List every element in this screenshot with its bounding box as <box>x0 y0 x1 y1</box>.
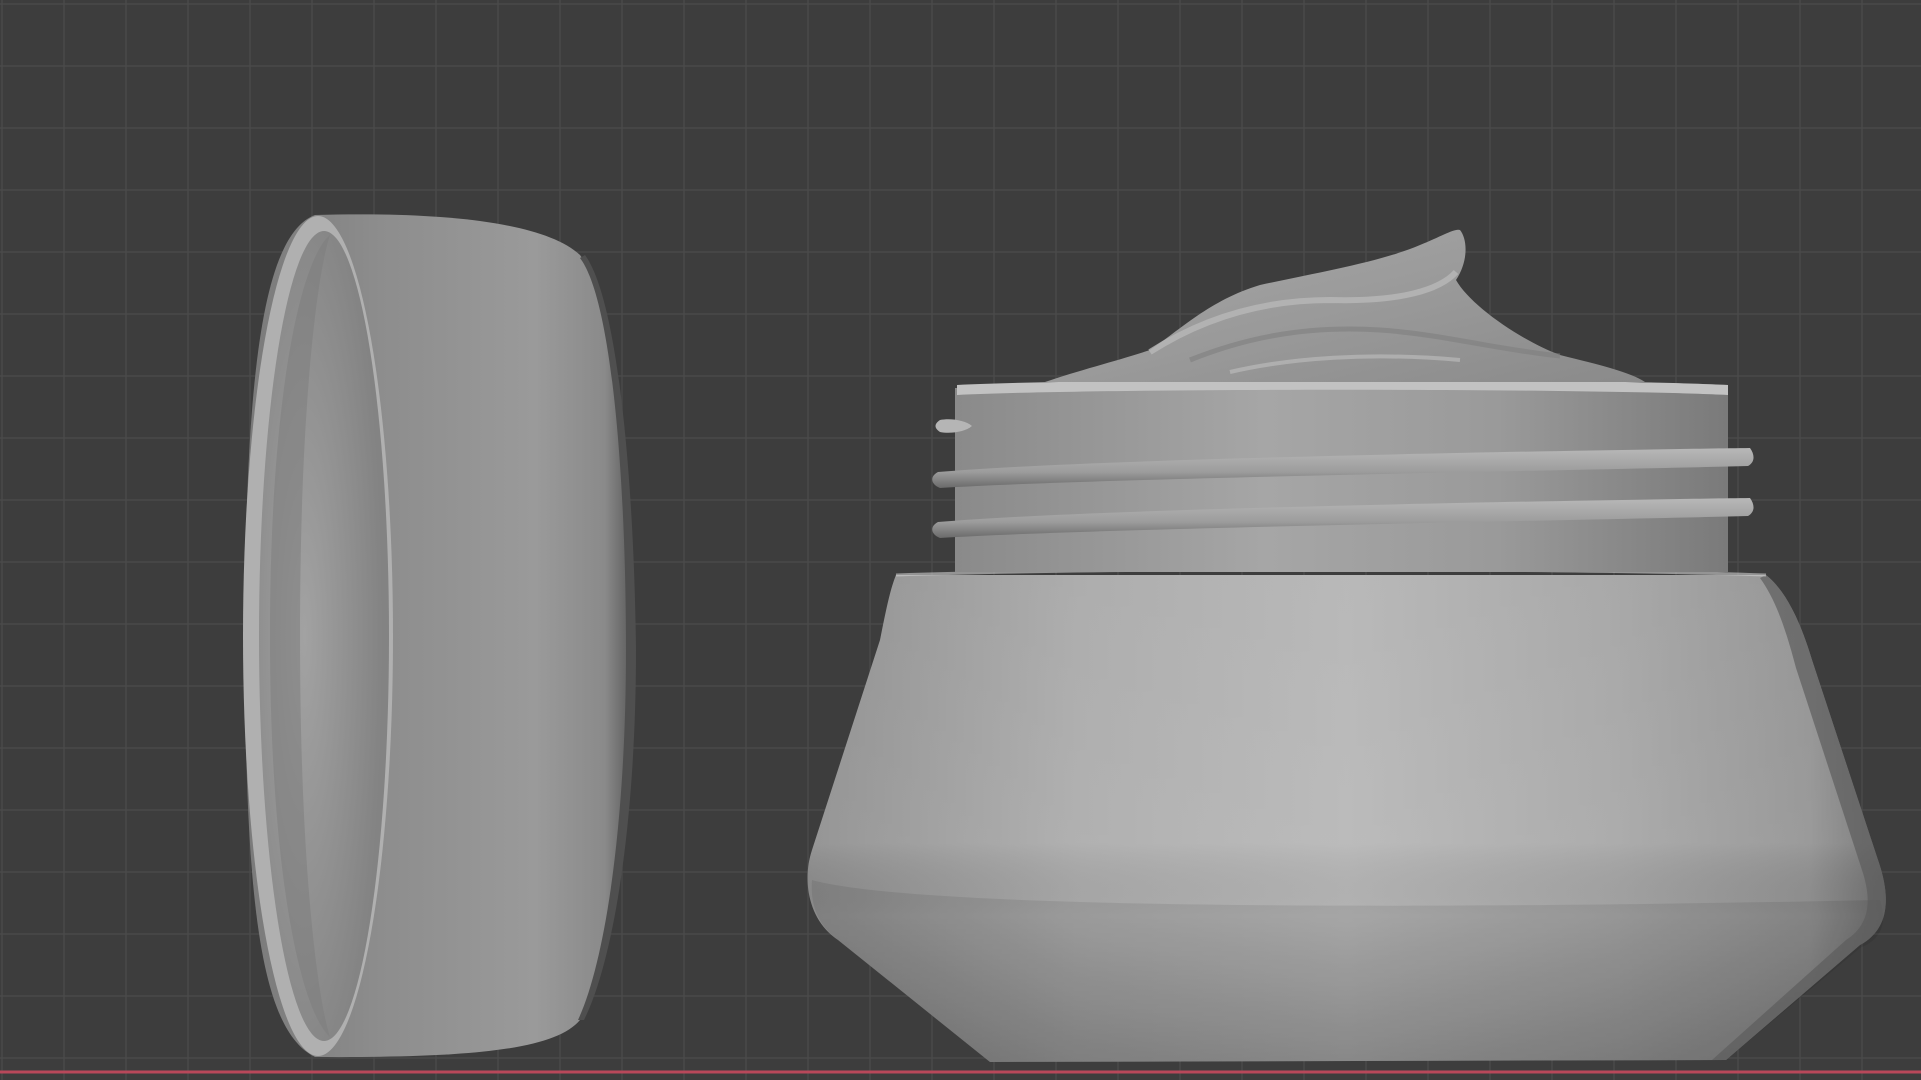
3d-viewport[interactable] <box>0 0 1921 1080</box>
cream-swirl[interactable] <box>1045 229 1645 382</box>
jar-body[interactable] <box>807 379 1886 1062</box>
jar-lower-bevel <box>811 880 1884 1062</box>
jar-lid[interactable] <box>243 214 636 1058</box>
scene-render <box>243 214 1886 1062</box>
